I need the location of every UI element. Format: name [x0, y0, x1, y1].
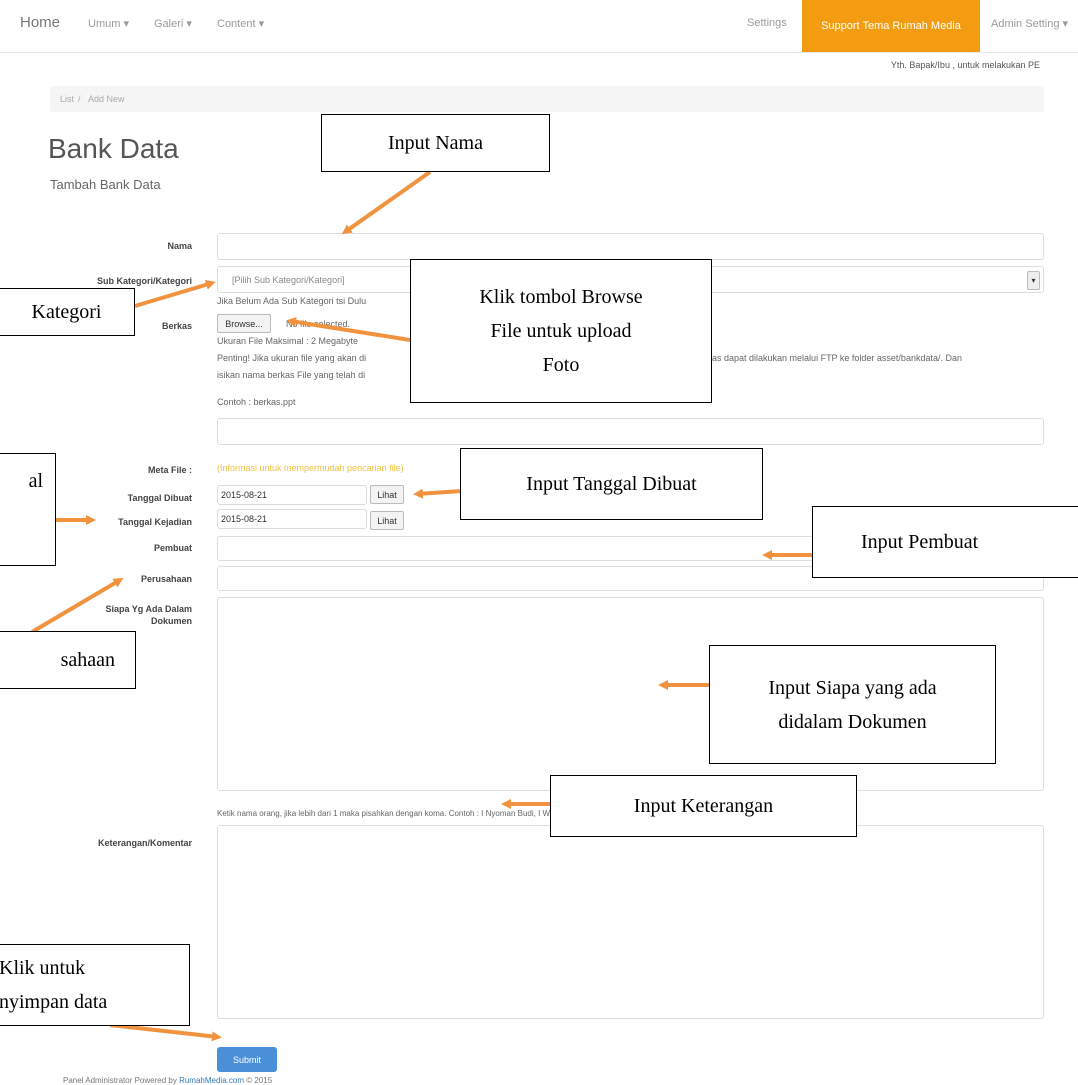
callout-submit-line1: Klik untuk: [0, 957, 86, 979]
nav-galeri-label: Galeri: [154, 18, 184, 30]
kategori-label: Sub Kategori/Kategori: [96, 276, 192, 286]
ukuran-file-text: Ukuran File Maksimal : 2 Megabyte: [217, 336, 359, 346]
breadcrumb-add-new: Add New: [88, 94, 125, 104]
browse-button[interactable]: Browse...: [217, 314, 271, 333]
footer-text: Panel Administrator Powered by: [63, 1076, 177, 1085]
page-subtitle: Tambah Bank Data: [50, 177, 161, 192]
nav-settings-link[interactable]: Settings: [747, 17, 787, 29]
nav-umum-menu[interactable]: Umum ▾: [88, 17, 129, 30]
kategori-help-text: Jika Belum Ada Sub Kategori tsi Dulu: [217, 296, 367, 306]
keterangan-textarea[interactable]: [217, 825, 1044, 1019]
penting-text-1: Penting! Jika ukuran file yang akan di: [217, 353, 367, 363]
top-navbar: Home Umum ▾ Galeri ▾ Content ▾ Settings …: [0, 0, 1078, 53]
tanggal-kejadian-value: 2015-08-21: [221, 514, 268, 524]
callout-tanggal-kejadian: al: [0, 453, 56, 566]
callout-perusahaan: sahaan: [0, 631, 136, 689]
tanggal-dibuat-input[interactable]: 2015-08-21: [217, 485, 367, 505]
nama-input[interactable]: [217, 233, 1044, 260]
page-title: Bank Data: [48, 133, 179, 164]
breadcrumb-list-link[interactable]: List: [60, 94, 74, 104]
tanggal-kejadian-label: Tanggal Kejadian: [118, 517, 192, 527]
perusahaan-label: Perusahaan: [140, 574, 192, 584]
callout-input-nama: Input Nama: [321, 114, 550, 172]
penting-text-2: isikan nama berkas File yang telah di: [217, 370, 366, 380]
nav-home-link[interactable]: Home: [20, 14, 60, 31]
callout-siapa: Input Siapa yang ada didalam Dokumen: [709, 645, 996, 764]
callout-siapa-line1: Input Siapa yang ada: [768, 676, 937, 699]
arrow-submit: [109, 1023, 222, 1042]
callout-browse-line3: Foto: [542, 354, 580, 376]
arrow-tanggal-dibuat: [413, 488, 463, 499]
meta-hint-text: (Informasi untuk mempermudah pencarian f…: [217, 463, 404, 473]
submit-button[interactable]: Submit: [217, 1047, 277, 1072]
caret-down-icon: ▾: [255, 18, 265, 30]
arrow-kategori: [134, 279, 216, 308]
siapa-label-line1: Siapa Yg Ada Dalam: [105, 604, 192, 614]
footer: Panel Administrator Powered by RumahMedi…: [63, 1076, 272, 1085]
callout-keterangan: Input Keterangan: [550, 775, 857, 837]
berkas-nama-input[interactable]: [217, 418, 1044, 445]
meta-file-label: Meta File :: [147, 465, 192, 475]
callout-browse: Klik tombol Browse File untuk upload Fot…: [410, 259, 712, 403]
callout-pembuat: Input Pembuat: [812, 506, 1078, 578]
callout-siapa-line2: didalam Dokumen: [778, 710, 927, 733]
tanggal-dibuat-value: 2015-08-21: [221, 490, 268, 500]
no-file-text: No file selected.: [286, 319, 351, 329]
penting-text-1b: as dapat dilakukan melalui FTP ke folder…: [712, 353, 962, 363]
caret-down-icon: ▾: [1059, 18, 1069, 30]
select-arrow-icon: ▾: [1027, 271, 1040, 290]
siapa-help-text: Ketik nama orang, jika lebih dari 1 maka…: [217, 809, 589, 818]
keterangan-label: Keterangan/Komentar: [97, 838, 192, 848]
breadcrumb: List / Add New: [50, 86, 1044, 112]
lihat-tanggal-kejadian-button[interactable]: Lihat: [370, 511, 404, 530]
caret-down-icon: ▾: [183, 18, 192, 30]
callout-browse-line2: File untuk upload: [490, 320, 632, 342]
callout-tanggal-dibuat: Input Tanggal Dibuat: [460, 448, 763, 520]
siapa-label-line2: Dokumen: [150, 616, 192, 626]
footer-link[interactable]: RumahMedia.com: [179, 1076, 244, 1085]
lihat-tanggal-dibuat-button[interactable]: Lihat: [370, 485, 404, 504]
callout-submit: Klik untuk nyimpan data: [0, 944, 190, 1026]
nav-umum-label: Umum: [88, 18, 121, 30]
pembuat-label: Pembuat: [153, 543, 192, 553]
nav-support-link[interactable]: Support Tema Rumah Media: [802, 0, 980, 52]
tanggal-dibuat-label: Tanggal Dibuat: [127, 493, 192, 503]
nav-admin-menu[interactable]: Admin Setting ▾: [991, 17, 1068, 30]
welcome-text: Yth. Bapak/Ibu , untuk melakukan PE: [890, 60, 1040, 70]
caret-down-icon: ▾: [120, 18, 129, 30]
nav-admin-label: Admin Setting: [991, 18, 1060, 30]
nav-content-label: Content: [217, 18, 256, 30]
arrow-nama: [341, 170, 432, 235]
tanggal-kejadian-input[interactable]: 2015-08-21: [217, 509, 367, 529]
kategori-select-value: [Pilih Sub Kategori/Kategori]: [232, 275, 345, 285]
nav-content-menu[interactable]: Content ▾: [217, 17, 264, 30]
nav-galeri-menu[interactable]: Galeri ▾: [154, 17, 192, 30]
nama-label: Nama: [167, 241, 192, 251]
breadcrumb-separator: /: [78, 94, 81, 104]
footer-copyright: © 2015: [246, 1076, 273, 1085]
callout-submit-line2: nyimpan data: [0, 991, 108, 1013]
callout-kategori: Kategori: [0, 288, 135, 336]
contoh-text: Contoh : berkas.ppt: [217, 397, 296, 407]
callout-browse-line1: Klik tombol Browse: [479, 286, 643, 308]
